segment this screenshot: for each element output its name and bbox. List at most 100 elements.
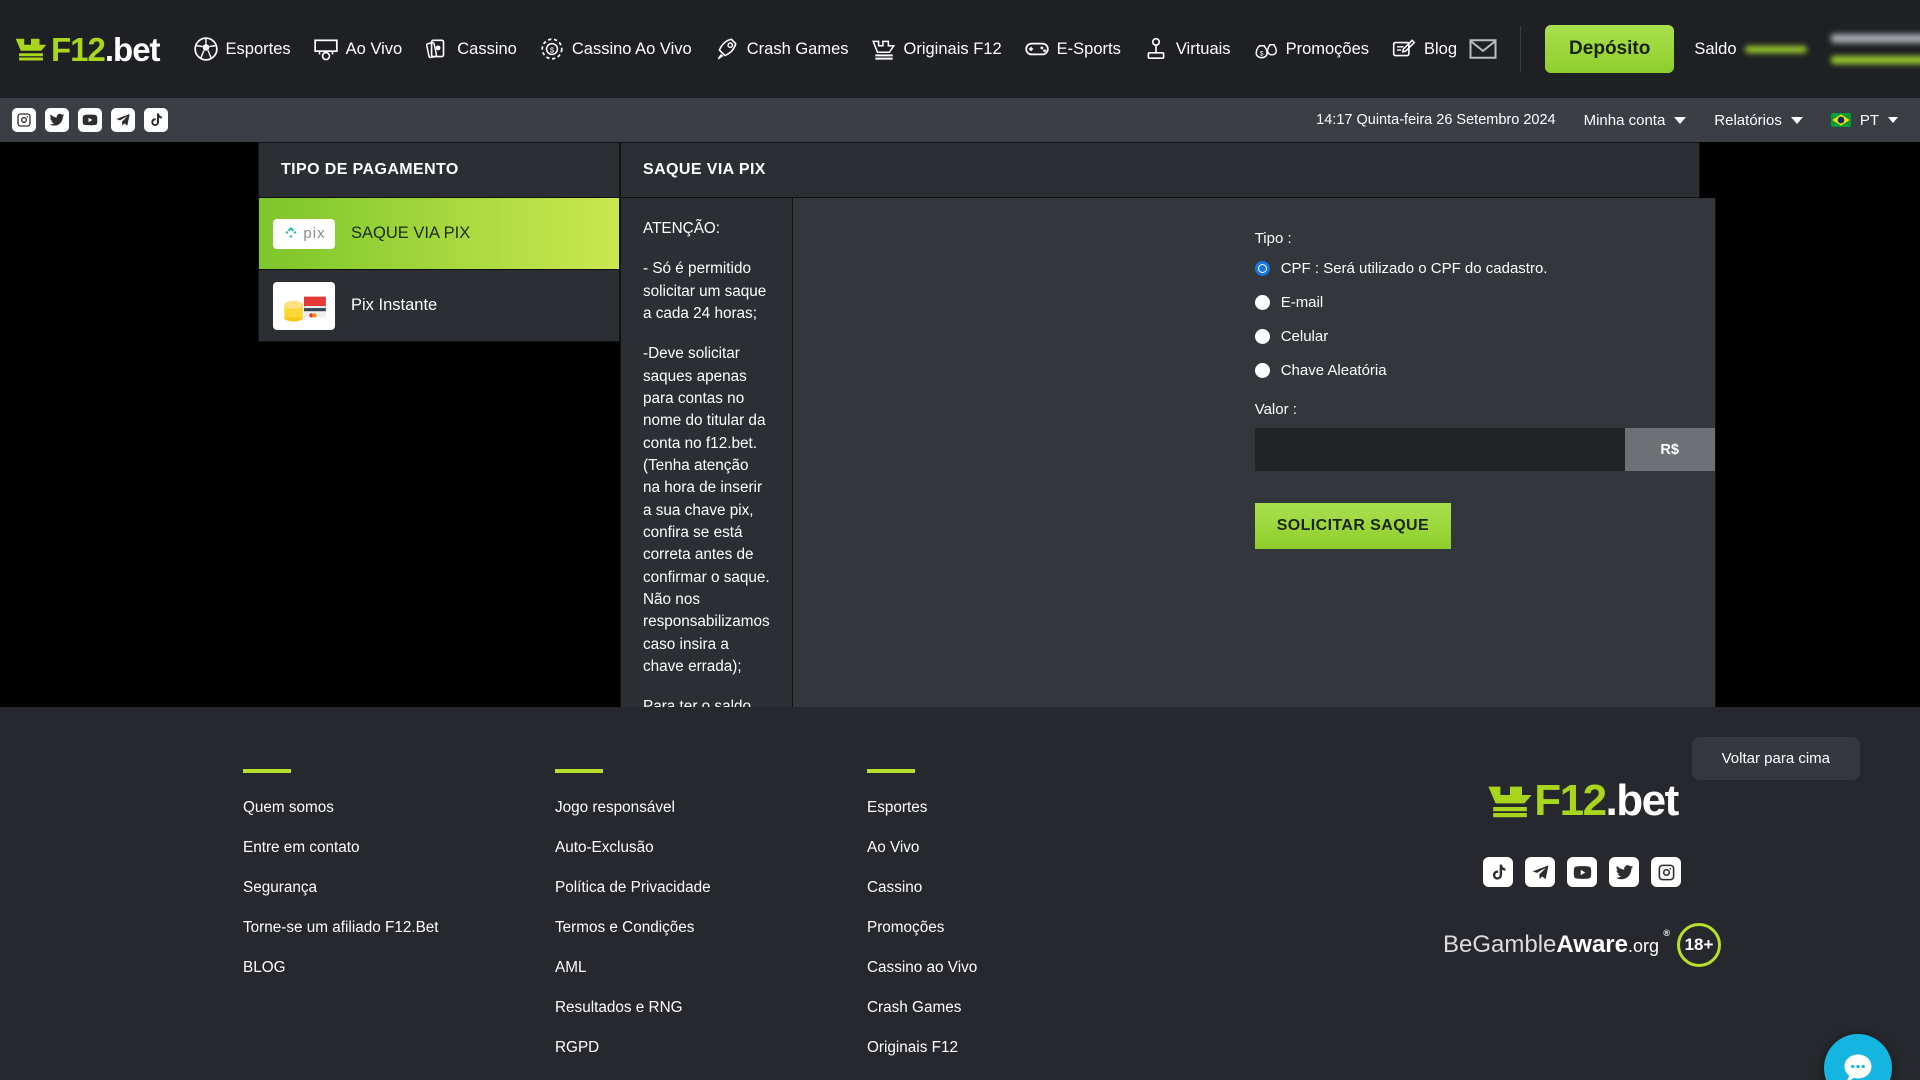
footer-link[interactable]: Quem somos	[243, 799, 555, 817]
begambleaware-logo[interactable]: BeGambleAware.org ®	[1443, 928, 1670, 959]
radio-button-selected[interactable]	[1254, 261, 1270, 276]
site-footer: Voltar para cima Quem somos Entre em con…	[0, 707, 1920, 1080]
footer-link[interactable]: Termos e Condições	[555, 919, 867, 937]
payment-method-saque-via-pix[interactable]: pix SAQUE VIA PIX	[258, 198, 620, 270]
footer-link[interactable]: Promoções	[867, 919, 977, 937]
footer-accent-dash	[243, 769, 291, 773]
footer-link[interactable]: Originais F12	[867, 1039, 977, 1057]
footer-link[interactable]: AML	[555, 959, 867, 977]
radio-option-cpf[interactable]: CPF : Será utilizado o CPF do cadastro.	[1254, 260, 1715, 277]
twitter-icon[interactable]	[1609, 857, 1639, 887]
twitter-icon[interactable]	[45, 108, 69, 132]
logo-text-primary: F12	[51, 30, 106, 68]
nav-item-e-sports[interactable]: E-Sports	[1013, 36, 1132, 62]
nav-label: Cassino Ao Vivo	[571, 39, 692, 58]
nav-label: Blog	[1424, 39, 1458, 58]
pix-logo-icon: pix	[273, 218, 335, 249]
secondary-bar-right: 14:17 Quinta-feira 26 Setembro 2024 Minh…	[1316, 112, 1898, 129]
telegram-icon[interactable]	[111, 108, 135, 132]
payment-method-label: Pix Instante	[351, 296, 438, 314]
reports-dropdown[interactable]: Relatórios	[1714, 112, 1803, 129]
footer-link[interactable]: RGPD	[555, 1039, 867, 1057]
currency-suffix: R$	[1624, 428, 1715, 471]
radio-option-chave-aleatoria[interactable]: Chave Aleatória	[1254, 362, 1715, 379]
logo-text-secondary: .bet	[104, 30, 161, 68]
footer-link[interactable]: Jogo responsável	[555, 799, 867, 817]
nav-item-virtuais[interactable]: Virtuais	[1132, 36, 1242, 62]
amount-input[interactable]	[1254, 428, 1625, 471]
footer-link[interactable]: Crash Games	[867, 999, 977, 1017]
footer-link[interactable]: Segurança	[243, 879, 555, 897]
footer-link[interactable]: Entre em contato	[243, 839, 555, 857]
balance-value-masked	[1744, 45, 1807, 53]
balance-secondary-masked-2	[1830, 56, 1920, 64]
tiktok-icon[interactable]	[144, 108, 168, 132]
brazil-flag-icon	[1830, 113, 1851, 127]
footer-link[interactable]: Cassino	[867, 879, 977, 897]
footer-link[interactable]: Esportes	[867, 799, 977, 817]
footer-logo[interactable]: F12.bet	[1432, 779, 1732, 823]
svg-text:$: $	[550, 45, 555, 54]
datetime-display: 14:17 Quinta-feira 26 Setembro 2024	[1316, 112, 1556, 128]
nav-label: Virtuais	[1175, 39, 1231, 58]
youtube-icon[interactable]	[78, 108, 102, 132]
footer-link[interactable]: Torne-se um afiliado F12.Bet	[243, 919, 555, 937]
radio-option-email[interactable]: E-mail	[1254, 294, 1715, 311]
footer-column-2: Jogo responsável Auto-Exclusão Política …	[555, 769, 867, 1080]
nav-label: Promoções	[1285, 39, 1370, 58]
instagram-icon[interactable]	[1651, 857, 1681, 887]
back-to-top-button[interactable]: Voltar para cima	[1691, 737, 1860, 780]
footer-column-3: Esportes Ao Vivo Cassino Promoções Cassi…	[867, 769, 977, 1080]
payment-method-label: SAQUE VIA PIX	[351, 224, 471, 242]
youtube-icon[interactable]	[1567, 857, 1597, 887]
footer-link[interactable]: Cassino ao Vivo	[867, 959, 977, 977]
main-content: TIPO DE PAGAMENTO pix SAQUE VIA PIX Pix …	[0, 142, 1920, 1080]
balance-area[interactable]: Saldo	[1694, 34, 1920, 64]
radio-button[interactable]	[1254, 329, 1270, 344]
language-selector[interactable]: PT	[1830, 112, 1898, 129]
balance-extra-masked	[1830, 34, 1920, 64]
nav-item-cassino-ao-vivo[interactable]: $ Cassino Ao Vivo	[528, 36, 703, 62]
instagram-icon[interactable]	[12, 108, 36, 132]
nav-item-cassino[interactable]: Cassino	[413, 36, 528, 62]
radio-option-celular[interactable]: Celular	[1254, 328, 1715, 345]
casino-chip-icon: $	[541, 38, 563, 60]
withdraw-title: SAQUE VIA PIX	[620, 142, 1700, 198]
footer-link[interactable]: Política de Privacidade	[555, 879, 867, 897]
begambleaware-text-3: .org	[1627, 936, 1660, 956]
live-tv-icon	[313, 39, 338, 61]
amount-input-group: R$	[1254, 428, 1715, 471]
request-withdrawal-button[interactable]: SOLICITAR SAQUE	[1254, 503, 1452, 549]
header-right-actions: Depósito Saldo	[1468, 25, 1920, 73]
payment-method-pix-instante[interactable]: Pix Instante	[258, 270, 620, 342]
deposit-button[interactable]: Depósito	[1545, 25, 1675, 73]
footer-link[interactable]: Ao Vivo	[867, 839, 977, 857]
tiktok-icon[interactable]	[1483, 857, 1513, 887]
radio-button[interactable]	[1254, 295, 1270, 310]
pix-wordmark: pix	[303, 225, 326, 242]
site-logo[interactable]: F12.bet	[14, 30, 161, 68]
page-root: F12.bet Esportes Ao Vivo Cassino $ Cassi…	[0, 0, 1920, 1080]
nav-item-promocoes[interactable]: $ Promoções	[1242, 36, 1380, 62]
attention-paragraph-2: -Deve solicitar saques apenas para conta…	[643, 345, 770, 675]
envelope-icon[interactable]	[1468, 34, 1498, 64]
attention-heading: ATENÇÃO:	[643, 220, 721, 237]
nav-item-esportes[interactable]: Esportes	[182, 36, 302, 62]
footer-link[interactable]: Resultados e RNG	[555, 999, 867, 1017]
nav-item-blog[interactable]: Blog	[1380, 36, 1468, 62]
footer-link[interactable]: BLOG	[243, 959, 555, 977]
nav-label: E-Sports	[1056, 39, 1121, 58]
footer-link[interactable]: Auto-Exclusão	[555, 839, 867, 857]
social-links-top	[12, 108, 168, 132]
nav-item-ao-vivo[interactable]: Ao Vivo	[302, 36, 414, 62]
radio-button[interactable]	[1254, 363, 1270, 378]
telegram-icon[interactable]	[1525, 857, 1555, 887]
my-account-dropdown[interactable]: Minha conta	[1584, 112, 1687, 129]
secondary-bar: 14:17 Quinta-feira 26 Setembro 2024 Minh…	[0, 98, 1920, 142]
footer-brand-area: F12.bet BeGambleAware.org ® 18+	[1432, 779, 1732, 967]
balance-secondary-masked-1	[1830, 34, 1920, 43]
radio-label: Celular	[1280, 328, 1329, 345]
nav-item-originais-f12[interactable]: Originais F12	[860, 36, 1013, 62]
nav-item-crash-games[interactable]: Crash Games	[703, 36, 860, 62]
joystick-icon	[1147, 37, 1165, 60]
